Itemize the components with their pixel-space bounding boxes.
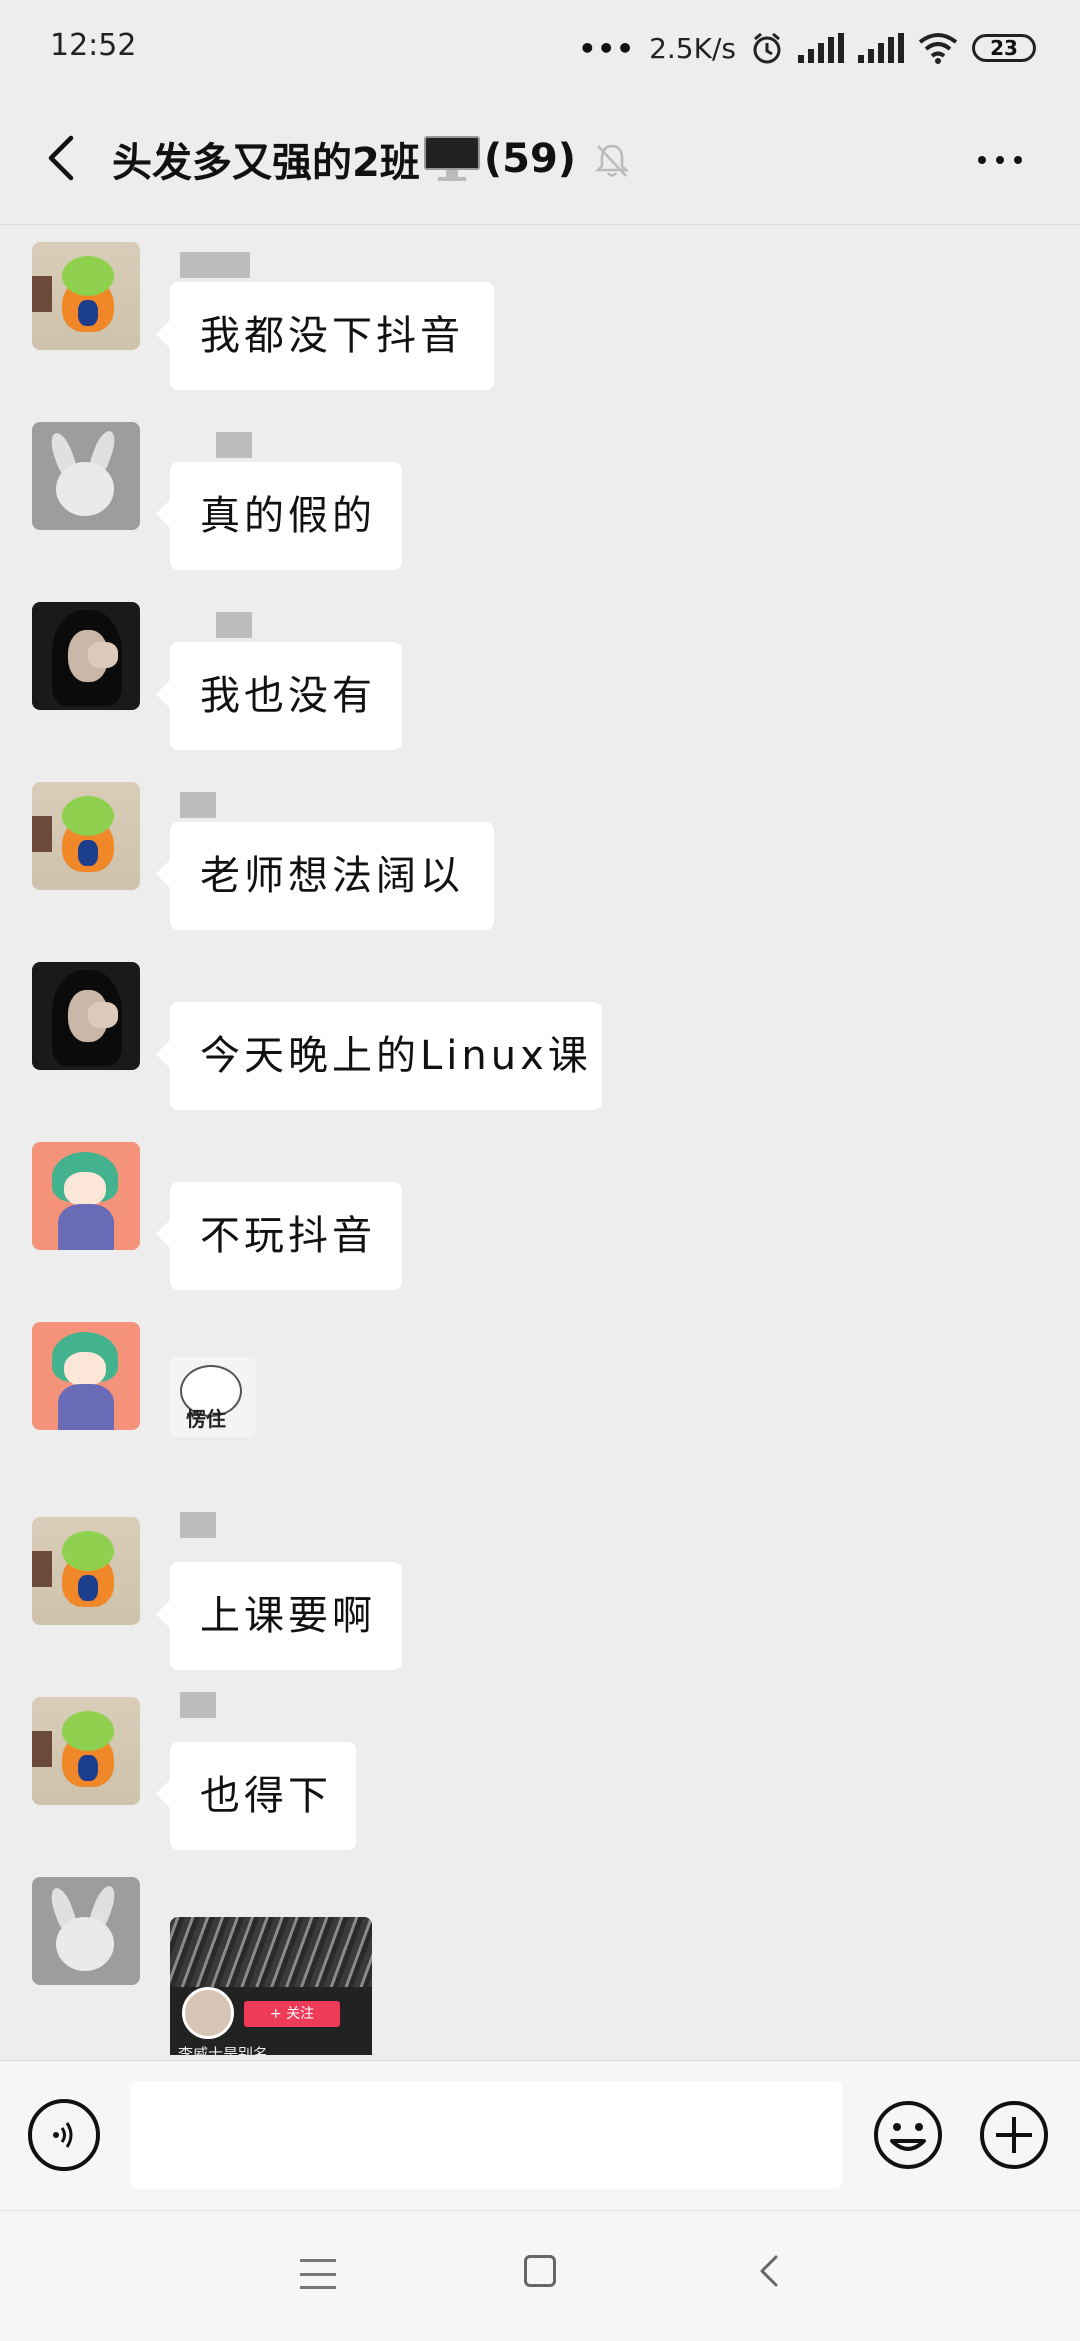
avatar[interactable] — [32, 1517, 140, 1625]
chat-title-name: 头发多又强的2班 — [112, 140, 420, 186]
battery-icon: 23 — [972, 34, 1036, 62]
avatar[interactable] — [32, 602, 140, 710]
sender-name-redacted — [216, 432, 252, 458]
sender-name-redacted — [180, 792, 216, 818]
chat-title: 头发多又强的2班 (59) — [112, 130, 576, 188]
back-button[interactable] — [28, 126, 92, 190]
creator-avatar — [182, 1987, 234, 2039]
shared-video-card[interactable]: + 关注 李威士是别名 — [170, 1917, 372, 2055]
alarm-icon — [753, 32, 781, 64]
emoji-icon[interactable] — [872, 2099, 944, 2171]
status-time: 12:52 — [50, 28, 137, 63]
signal-icon — [858, 33, 904, 63]
sender-name-redacted — [216, 612, 252, 638]
home-icon[interactable] — [524, 2255, 556, 2287]
more-dots-icon: ••• — [578, 31, 636, 65]
chat-messages: 我都没下抖音 真的假的 我也没有 老师想法阔以 今天晚上的Linux课 不玩抖音… — [0, 225, 1080, 2055]
wifi-icon — [918, 33, 958, 64]
monitor-emoji-icon — [422, 136, 482, 182]
member-count: (59) — [483, 136, 577, 182]
sender-name-redacted — [180, 1692, 216, 1718]
avatar[interactable] — [32, 242, 140, 350]
sticker-label: 愣住 — [186, 1407, 226, 1431]
plus-icon[interactable] — [978, 2099, 1050, 2171]
chat-header: 头发多又强的2班 (59) — [0, 96, 1080, 225]
message-bubble[interactable]: 我都没下抖音 — [156, 282, 494, 390]
message-bubble[interactable]: 上课要啊 — [156, 1562, 402, 1670]
avatar[interactable] — [32, 962, 140, 1070]
back-arrow-icon — [48, 135, 74, 181]
sticker-message[interactable]: 愣住 — [170, 1357, 256, 1437]
creator-name: 李威士是别名 — [178, 2045, 269, 2055]
avatar[interactable] — [32, 422, 140, 530]
avatar[interactable] — [32, 1142, 140, 1250]
message-bubble[interactable]: 今天晚上的Linux课 — [156, 1002, 602, 1110]
tiger-cover-image — [170, 1917, 372, 1987]
message-bubble[interactable]: 也得下 — [156, 1742, 356, 1850]
message-bubble[interactable]: 不玩抖音 — [156, 1182, 402, 1290]
input-bar — [0, 2060, 1080, 2211]
sender-name-redacted — [180, 1512, 216, 1538]
avatar[interactable] — [32, 1322, 140, 1430]
message-input[interactable] — [130, 2081, 842, 2189]
status-icons: ••• 2.5K/s 23 — [578, 24, 1036, 72]
hd-signal-icon — [798, 33, 844, 63]
avatar[interactable] — [32, 782, 140, 890]
message-bubble[interactable]: 老师想法阔以 — [156, 822, 494, 930]
system-nav-bar — [0, 2210, 1080, 2341]
mute-bell-icon — [594, 144, 630, 177]
voice-icon[interactable] — [28, 2099, 100, 2171]
follow-button[interactable]: + 关注 — [244, 2001, 340, 2027]
message-bubble[interactable]: 真的假的 — [156, 462, 402, 570]
status-bar: 12:52 ••• 2.5K/s 23 — [0, 0, 1080, 96]
back-icon[interactable] — [750, 2251, 790, 2291]
menu-icon[interactable] — [300, 2259, 336, 2289]
sender-name-redacted — [180, 252, 250, 278]
message-bubble[interactable]: 我也没有 — [156, 642, 402, 750]
avatar[interactable] — [32, 1877, 140, 1985]
avatar[interactable] — [32, 1697, 140, 1805]
more-options-icon[interactable] — [964, 136, 1036, 184]
net-speed: 2.5K/s — [649, 31, 736, 65]
